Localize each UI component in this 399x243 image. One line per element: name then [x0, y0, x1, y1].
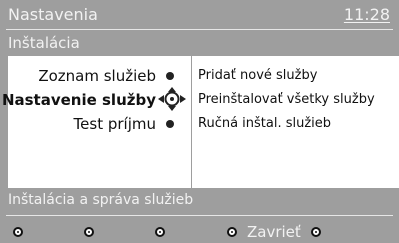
left-frame	[0, 56, 8, 188]
tv-menu-screen: Nastavenia 11:28 Inštalácia Zoznam služi…	[0, 0, 399, 243]
clock-time: 11:28	[343, 5, 390, 24]
red-key-dot-icon[interactable]	[13, 227, 23, 237]
ok-key-dot-icon[interactable]	[311, 227, 321, 237]
option-rucna-instal-sluzieb[interactable]: Ručná inštal. služieb	[198, 115, 331, 133]
blue-key-dot-icon[interactable]	[227, 227, 237, 237]
menu-bullet-icon	[166, 120, 174, 128]
status-description: Inštalácia a správa služieb	[8, 192, 194, 208]
green-key-dot-icon[interactable]	[84, 227, 94, 237]
footer-bar: Zavrieť	[0, 212, 399, 243]
header-divider	[6, 29, 393, 30]
menu-bullet-icon	[166, 72, 174, 80]
page-title: Nastavenia	[8, 5, 98, 24]
menu-panel: Zoznam služieb Nastavenie služby Test pr…	[2, 56, 190, 188]
header-bar: Nastavenia 11:28 Inštalácia	[0, 0, 399, 56]
footer-divider	[6, 215, 393, 216]
option-preinstalovat-vsetky-sluzby[interactable]: Preinštalovať všetky služby	[198, 91, 375, 109]
menu-item-nastavenie-sluzby[interactable]: Nastavenie služby	[0, 90, 156, 110]
breadcrumb-subtitle: Inštalácia	[8, 34, 80, 52]
menu-item-zoznam-sluzieb[interactable]: Zoznam služieb	[8, 66, 156, 86]
status-bar: Inštalácia a správa služieb	[0, 188, 399, 212]
navigation-cross-icon	[158, 87, 186, 111]
options-panel: Pridať nové služby Preinštalovať všetky …	[191, 56, 399, 188]
yellow-key-dot-icon[interactable]	[155, 227, 165, 237]
menu-item-test-prijmu[interactable]: Test príjmu	[8, 114, 156, 134]
option-pridat-nove-sluzby[interactable]: Pridať nové služby	[198, 67, 317, 85]
close-label[interactable]: Zavrieť	[247, 223, 301, 241]
